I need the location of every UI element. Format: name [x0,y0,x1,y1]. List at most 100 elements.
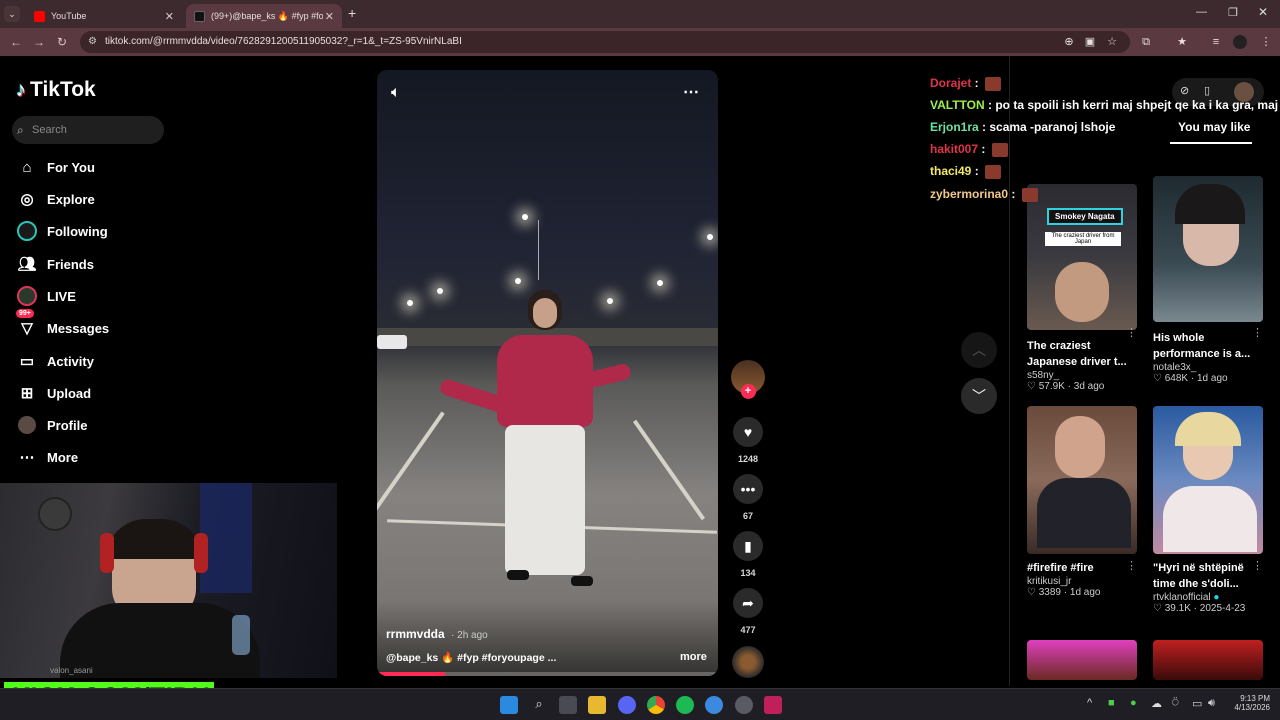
tray-app-icon[interactable]: ■ [1108,697,1115,709]
compass-icon[interactable]: ⊘ [1180,84,1189,97]
tray-cloud-icon[interactable]: ☁ [1151,697,1162,710]
volume-icon[interactable]: 🔈︎ [391,84,401,102]
sidebar-item-more[interactable]: ⋯ More [16,445,79,469]
sidebar-item-profile[interactable]: Profile [16,413,87,437]
user-avatar-icon[interactable] [1234,82,1254,102]
chat-username: Dorajet [930,76,972,90]
feed-card[interactable]: #firefire #fire kritikusi_jr ♡ 3389 · 1d… [1027,406,1137,598]
obs-icon[interactable] [735,696,753,714]
profile-avatar-icon[interactable] [1233,35,1247,49]
chrome-icon[interactable] [647,696,665,714]
maximize-icon[interactable]: ❐ [1228,6,1238,19]
network-icon[interactable]: ▭ [1192,697,1202,710]
share-button[interactable]: ➦ 477 [731,588,765,635]
headphones-left [100,533,114,573]
site-info-icon[interactable]: ⚙ [88,31,97,53]
close-window-icon[interactable]: ✕ [1258,5,1268,19]
back-icon[interactable]: ← [8,34,24,50]
follow-plus-icon[interactable]: + [740,384,756,399]
clock-time: 9:13 PM [1240,694,1270,703]
share-icon: ➦ [733,588,763,618]
browser-icon[interactable] [705,696,723,714]
reload-icon[interactable]: ↻ [54,34,70,50]
logo-text: TikTok [30,78,96,101]
sound-disc[interactable] [731,646,765,678]
card-more-icon[interactable]: ⋮ [1126,559,1137,572]
like-button[interactable]: ♥ 1248 [731,417,765,464]
next-video-button[interactable]: ﹀ [961,378,997,414]
friends-icon: 👥︎ [17,256,37,273]
video-author-row: rrmmvdda · 2h ago [386,627,488,641]
feed-card[interactable]: "Hyri në shtëpinë time dhe s'doli... rtv… [1153,406,1263,614]
app-icon[interactable] [764,696,782,714]
recommended-panel: ⊘ ▯ You may like Smokey Nagata The crazi… [1009,56,1280,686]
video-more-icon[interactable]: ⋯ [683,82,699,102]
sidebar-item-label: Following [47,223,108,239]
parked-car [377,335,407,349]
feed-meta: ♡ 39.1K · 2025-4-23 [1153,603,1246,614]
sidebar-item-for-you[interactable]: ⌂ For You [16,155,94,179]
search-input[interactable]: ⌕ Search [12,116,164,144]
feed-age: 3d ago [1073,381,1105,392]
sidebar-item-upload[interactable]: ⊞ Upload [16,381,91,405]
task-view-icon[interactable] [559,696,577,714]
live-icon [16,285,38,307]
feed-author-row: rtvklanofficial ● [1153,592,1263,603]
close-tab-icon[interactable]: ✕ [325,10,334,23]
sidebar-item-friends[interactable]: 👥︎ Friends [16,252,94,276]
video-author[interactable]: rrmmvdda [386,627,445,641]
feed-thumbnail-partial[interactable] [1027,640,1137,680]
sidebar-item-following[interactable]: Following [16,219,108,243]
previous-video-button[interactable]: ︿ [961,332,997,368]
sidebar-item-messages[interactable]: ▽ 99+ Messages [16,309,109,340]
feed-card[interactable]: His whole performance is a... notale3x_ … [1153,176,1263,384]
browser-menu-icon[interactable]: ⋮ [1258,34,1274,50]
feed-card[interactable]: Smokey Nagata The craziest driver from J… [1027,184,1137,392]
sidebar-item-label: Upload [47,385,92,401]
media-icon[interactable]: ≡ [1208,34,1224,50]
device-icon[interactable]: ▯ [1204,84,1210,97]
sidebar-item-explore[interactable]: ◎ Explore [16,187,94,211]
address-bar[interactable]: ⚙ tiktok.com/@rrmmvdda/video/76282912005… [80,31,1130,53]
volume-tray-icon[interactable]: 🔊︎ [1208,697,1215,710]
sidebar-item-activity[interactable]: ▭ Activity [16,349,94,373]
tray-chevron-icon[interactable]: ^ [1087,697,1092,709]
bookmarks-icon[interactable]: ★ [1174,34,1190,50]
card-more-icon[interactable]: ⋮ [1252,559,1263,572]
thumb-hair [1175,412,1241,446]
start-icon[interactable] [500,696,518,714]
install-icon[interactable]: ▣ [1082,34,1098,50]
tray-mic-icon[interactable]: ⍥ [1172,697,1179,710]
clock[interactable]: 9:13 PM 4/13/2026 [1232,694,1270,712]
card-more-icon[interactable]: ⋮ [1252,326,1263,339]
forward-icon[interactable]: → [31,34,47,50]
feed-thumbnail-partial[interactable] [1153,640,1263,680]
save-button[interactable]: ▮ 134 [731,531,765,578]
author-avatar[interactable]: + [731,360,765,399]
extensions-icon[interactable]: ⧉ [1138,34,1154,50]
sidebar-item-live[interactable]: LIVE [16,284,76,308]
video-progress-track[interactable] [377,672,718,676]
tab-youtube[interactable]: YouTube ✕ [26,4,182,28]
tray-app-icon[interactable]: ● [1130,697,1137,709]
minimize-icon[interactable]: — [1196,6,1207,18]
tab-list-button[interactable]: ⌄ [4,6,20,22]
tiktok-logo[interactable]: ♪ TikTok [16,78,96,102]
caption-more-button[interactable]: more [680,651,707,663]
new-tab-button[interactable]: + [348,5,356,21]
feed-author: s58ny_ [1027,370,1060,381]
discord-icon[interactable] [618,696,636,714]
video-caption[interactable]: @bape_ks 🔥 #fyp #foryoupage ... [386,651,556,664]
tab-tiktok[interactable]: (99+)@bape_ks 🔥 #fyp #foryo ✕ [186,4,342,28]
comment-button[interactable]: ••• 67 [731,474,765,521]
activity-icon: ▭ [19,353,35,370]
spotify-icon[interactable] [676,696,694,714]
file-explorer-icon[interactable] [588,696,606,714]
tab-you-may-like[interactable]: You may like [1178,120,1250,134]
taskbar-search-icon[interactable]: ⌕ [530,696,548,714]
bookmark-star-icon[interactable]: ☆ [1104,34,1120,50]
card-more-icon[interactable]: ⋮ [1126,326,1137,339]
video-player[interactable]: 🔈︎ ⋯ rrmmvdda · 2h ago @bape_ks 🔥 #fyp #… [377,70,718,676]
close-tab-icon[interactable]: ✕ [165,10,174,23]
zoom-icon[interactable]: ⊕ [1061,34,1077,50]
